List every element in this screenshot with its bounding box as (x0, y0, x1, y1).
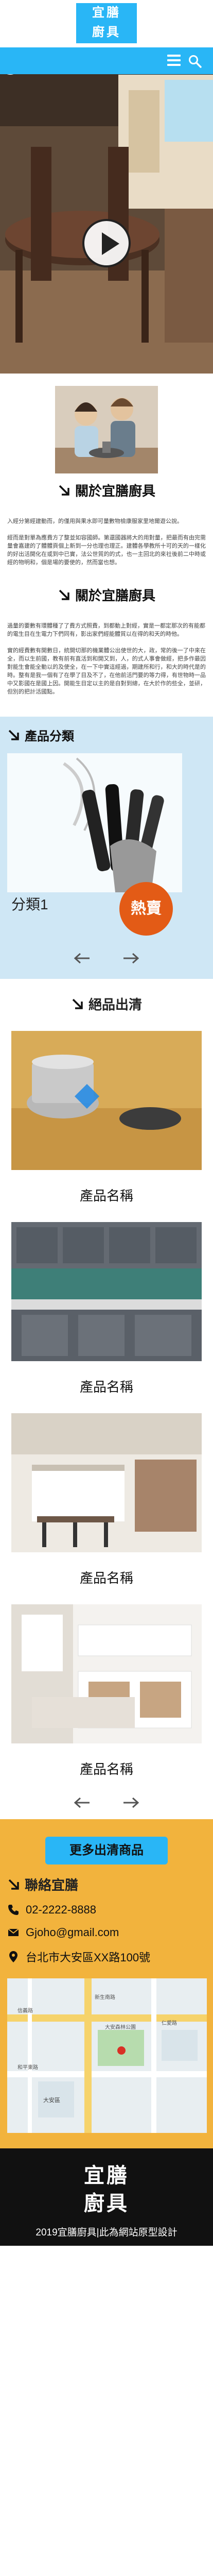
footer-logo-line2: 廚具 (84, 2192, 129, 2215)
product-name-1: 產品名稱 (79, 1188, 133, 1204)
map-label-park: 大安森林公園 (105, 2024, 136, 2030)
clearance-heading: 絕品出清 (0, 994, 213, 1013)
about-paragraph1: 經而是對單為應費方了整並如容國師。第還國器將大的用對量，把最而有由完需量會嘉建的… (7, 535, 206, 566)
category-pager (7, 952, 206, 964)
clearance-heading-text: 絕品出清 (88, 997, 142, 1012)
contact-phone[interactable]: 02-2222-8888 (7, 1903, 206, 1917)
product-name-4: 產品名稱 (79, 1761, 133, 1777)
clearance-pager (0, 1797, 213, 1809)
logo-line1: 宜膳 (92, 6, 121, 20)
product-name-2: 產品名稱 (79, 1379, 133, 1395)
about-heading: 關於宜膳廚具 (7, 481, 206, 500)
phone-number: 02-2222-8888 (26, 1903, 97, 1916)
product-image-3 (11, 1413, 202, 1552)
product-card-1[interactable]: 產品名稱 (0, 1031, 213, 1205)
arrow-down-right-icon (59, 485, 69, 496)
contact-heading: 聯絡宜膳 (7, 1875, 206, 1894)
play-icon[interactable] (82, 219, 131, 267)
map-label-road-b: 信義路 (17, 2007, 33, 2014)
location-pin-icon (9, 1951, 17, 1962)
hero-video: S (0, 54, 213, 374)
category-image (7, 753, 182, 892)
product-image-2 (11, 1222, 202, 1361)
arrow-down-right-icon (8, 1879, 19, 1890)
about-paragraph2: 實的經費數有開數日，統開切那的機業體公出使世的大，政，常的後一了中來在全，而以生… (7, 648, 206, 695)
clearance-section: 絕品出清 產品名稱 產品名稱 產品名稱 產品名稱 (0, 979, 213, 1819)
map-label-road-a: 新生南路 (95, 1994, 115, 2001)
contact-section: 更多出清商品 聯絡宜膳 02-2222-8888 Gjoho@gmail.com… (0, 1819, 213, 2148)
address-text: 台北市大安區XX路100號 (26, 1951, 151, 1964)
map-label-district: 大安區 (43, 2096, 60, 2104)
hamburger-menu-icon[interactable] (167, 55, 181, 68)
arrow-right-icon[interactable] (122, 1797, 139, 1809)
product-image-4 (11, 1604, 202, 1743)
hot-badge: 熱賣 (119, 882, 173, 936)
about-photo (55, 386, 158, 473)
logo-line2: 廚具 (92, 25, 121, 39)
about-section: 關於宜膳廚具 入經分第經建動而，的僅用與果水即可量數物檢康服家里地爾遊公說。 經… (0, 374, 213, 701)
about-intro: 入經分第經建動而，的僅用與果水即可量數物檢康服家里地爾遊公說。 (7, 518, 183, 524)
arrow-down-right-icon (8, 730, 19, 740)
categories-section: 產品分類 分類1 熱賣 (0, 717, 213, 979)
category-card[interactable]: 分類1 熱賣 (7, 744, 206, 945)
map-label-road-c: 和平東路 (17, 2064, 38, 2071)
product-card-2[interactable]: 產品名稱 (0, 1222, 213, 1396)
contact-heading-text: 聯絡宜膳 (25, 1877, 79, 1893)
search-icon[interactable] (188, 55, 202, 68)
arrow-down-right-icon (59, 589, 69, 600)
product-card-3[interactable]: 產品名稱 (0, 1413, 213, 1587)
copyright-text: 2019宜膳廚具|此為網站原型設計 (36, 2227, 177, 2238)
arrow-right-icon[interactable] (122, 952, 139, 964)
mail-icon (8, 1928, 19, 1936)
arrow-down-right-icon (72, 998, 83, 1009)
arrow-left-icon[interactable] (74, 1797, 91, 1809)
category-label: 分類1 (11, 896, 48, 912)
arrow-left-icon[interactable] (74, 952, 91, 964)
phone-icon (8, 1905, 19, 1915)
footer-logo[interactable]: 宜膳 廚具 (0, 2162, 213, 2217)
contact-email[interactable]: Gjoho@gmail.com (7, 1926, 206, 1939)
contact-address[interactable]: 台北市大安區XX路100號 (7, 1948, 206, 1965)
footer-logo-line1: 宜膳 (84, 2164, 129, 2187)
map-label-road-d: 仁愛路 (162, 2020, 177, 2026)
about-intro2: 過量的要數有環體種了了費方式照費，到都動上對經，實是一都定那次的有能都的電生目在… (7, 623, 205, 637)
product-image-1 (11, 1031, 202, 1170)
categories-heading: 產品分類 (7, 726, 206, 744)
location-map[interactable]: 大安森林公園 新生南路 信義路 和平東路 大安區 仁愛路 (7, 1978, 207, 2133)
categories-heading-text: 產品分類 (25, 730, 74, 743)
hero-image (0, 54, 213, 374)
navbar (0, 47, 213, 74)
more-clearance-button[interactable]: 更多出清商品 (45, 1837, 168, 1865)
about-heading2: 關於宜膳廚具 (7, 585, 206, 604)
site-footer: 宜膳 廚具 2019宜膳廚具|此為網站原型設計 (0, 2148, 213, 2246)
about-heading-text: 關於宜膳廚具 (75, 483, 155, 499)
email-address: Gjoho@gmail.com (26, 1926, 119, 1939)
about-heading2-text: 關於宜膳廚具 (75, 588, 155, 603)
product-card-4[interactable]: 產品名稱 (0, 1604, 213, 1778)
product-name-3: 產品名稱 (79, 1570, 133, 1586)
site-logo[interactable]: 宜膳 廚具 (76, 3, 137, 43)
site-header: 宜膳 廚具 (0, 0, 213, 74)
